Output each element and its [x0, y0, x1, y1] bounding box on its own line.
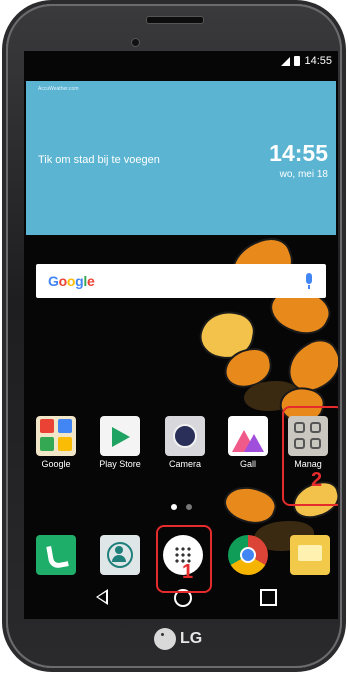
logo-letter: G	[48, 273, 59, 289]
battery-icon	[294, 56, 301, 66]
dock-contacts[interactable]	[100, 535, 140, 575]
phone-icon	[46, 543, 69, 570]
gallery-icon	[228, 416, 268, 456]
camera-icon	[165, 416, 205, 456]
add-city-prompt[interactable]: Tik om stad bij te voegen	[38, 154, 160, 166]
dock-messages[interactable]	[290, 535, 330, 575]
app-google-folder[interactable]: Google	[28, 416, 84, 469]
back-icon[interactable]	[96, 589, 108, 605]
message-icon	[298, 545, 322, 561]
annotation-number-2: 2	[311, 469, 323, 491]
app-label: Gall	[239, 459, 256, 469]
status-time: 14:55	[304, 55, 332, 67]
signal-icon	[281, 56, 291, 66]
weather-brand: AccuWeather.com	[38, 86, 79, 92]
annotation-box-2	[282, 406, 338, 506]
page-dot-active	[171, 504, 177, 510]
widget-clock[interactable]: 14:55	[269, 140, 328, 167]
app-label: Play Store	[99, 459, 141, 469]
play-store-icon	[100, 416, 140, 456]
dock-phone[interactable]	[36, 535, 76, 575]
lg-logo: LG	[154, 628, 202, 650]
mic-icon[interactable]	[306, 273, 312, 289]
logo-letter: o	[58, 273, 68, 289]
page-indicator	[171, 504, 192, 510]
earpiece-speaker	[146, 16, 204, 24]
recent-apps-icon[interactable]	[260, 589, 277, 606]
weather-widget[interactable]: AccuWeather.com Tik om stad bij te voege…	[26, 81, 336, 235]
home-screen: 14:55 AccuWeather.com Tik om stad bij te…	[24, 51, 338, 619]
app-label: Google	[41, 459, 71, 469]
dock-chrome[interactable]	[228, 535, 268, 575]
widget-date: wo, mei 18	[279, 169, 328, 180]
lg-brand-text: LG	[180, 630, 203, 647]
app-camera[interactable]: Camera	[157, 416, 213, 469]
status-bar: 14:55	[24, 51, 338, 73]
front-camera	[131, 38, 140, 47]
google-folder-icon	[36, 416, 76, 456]
annotation-number-1: 1	[182, 561, 194, 583]
google-search-bar[interactable]: Google	[36, 264, 326, 298]
logo-letter: o	[66, 273, 76, 289]
page-dot	[186, 504, 192, 510]
app-gallery[interactable]: Gall	[220, 416, 276, 469]
lg-circle-icon	[154, 628, 176, 650]
logo-letter: e	[86, 273, 95, 289]
app-play-store[interactable]: Play Store	[92, 416, 148, 469]
phone-frame: 14:55 AccuWeather.com Tik om stad bij te…	[6, 4, 342, 668]
app-label: Camera	[168, 459, 201, 469]
google-logo: Google	[48, 273, 95, 289]
chrome-icon	[240, 547, 256, 563]
